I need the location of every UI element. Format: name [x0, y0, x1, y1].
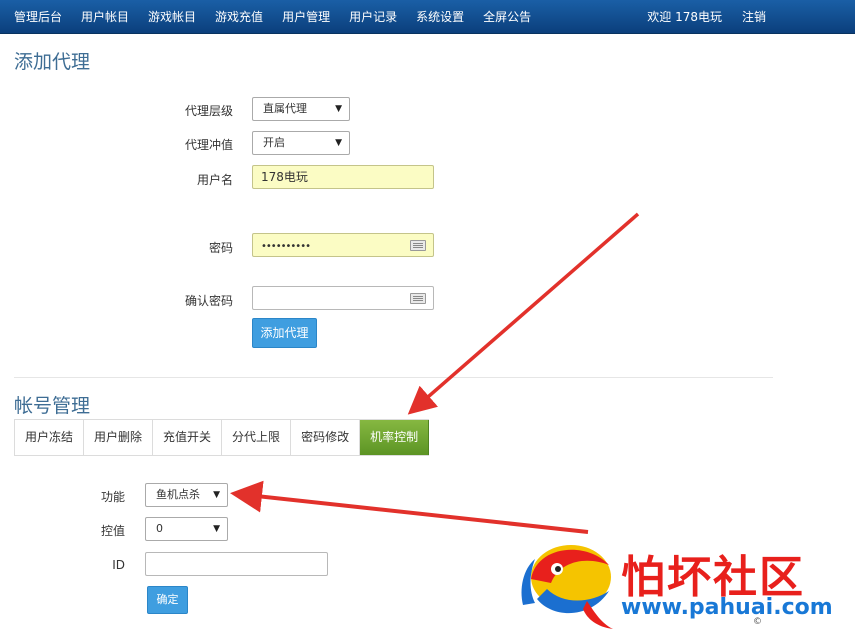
copyright-symbol: ©	[753, 617, 762, 627]
annotation-arrow	[230, 480, 589, 534]
logo-fish-icon	[521, 545, 613, 629]
logo-url: www.pahuai.com	[621, 595, 833, 620]
annotation-arrow	[407, 212, 640, 415]
annotation-layer	[230, 212, 640, 534]
watermark-logo: 怕坏社区 www.pahuai.com ©	[517, 539, 855, 632]
